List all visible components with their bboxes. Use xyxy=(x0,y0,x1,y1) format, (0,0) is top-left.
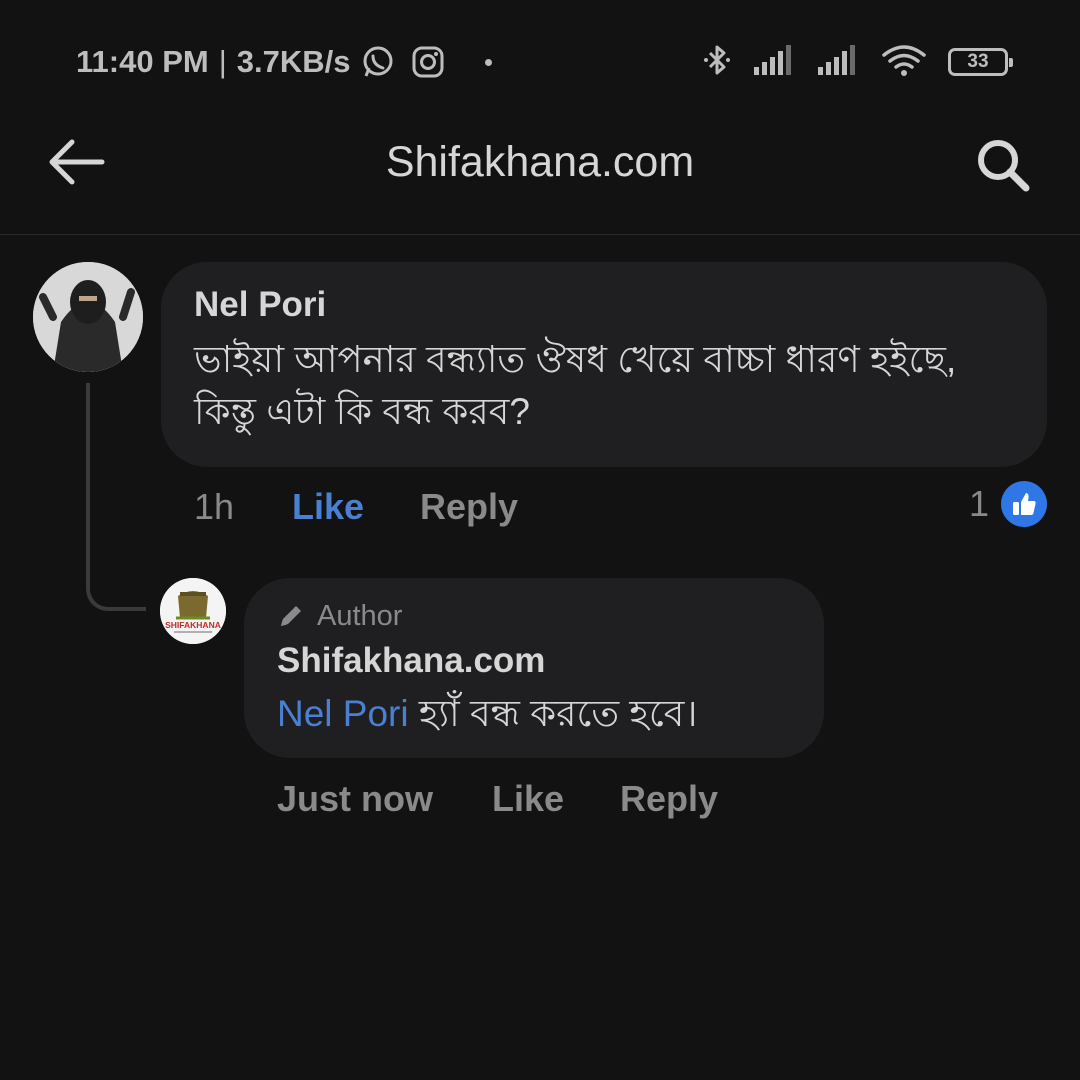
mention-link[interactable]: Nel Pori xyxy=(277,693,409,734)
reply-reply-button[interactable]: Reply xyxy=(620,778,718,820)
status-time: 11:40 PM xyxy=(76,44,209,79)
search-button[interactable] xyxy=(972,134,1034,196)
whatsapp-icon xyxy=(361,45,395,79)
reply-button[interactable]: Reply xyxy=(420,486,518,528)
thumbs-up-icon xyxy=(1001,481,1047,527)
notification-dot-icon xyxy=(484,58,492,66)
comment-actions: 1h Like Reply xyxy=(194,486,518,528)
reply-actions: Just now Like Reply xyxy=(277,778,718,820)
battery-icon: 33 xyxy=(948,48,1013,76)
pencil-icon xyxy=(281,606,301,626)
status-bar: 11:40 PM | 3.7KB/s 33 xyxy=(0,0,1080,120)
status-left: 11:40 PM | 3.7KB/s xyxy=(76,40,492,84)
battery-level: 33 xyxy=(967,51,989,72)
status-speed: 3.7KB/s xyxy=(236,44,351,79)
wifi-icon xyxy=(882,43,926,82)
instagram-icon xyxy=(411,45,445,79)
comment-bubble[interactable]: Nel Pori ভাইয়া আপনার বন্ধ্যাত ঔষধ খেয়ে… xyxy=(161,262,1047,467)
reaction-summary[interactable]: 1 xyxy=(969,481,1047,527)
reply-text: Nel Pori হ্যাঁ বন্ধ করতে হবে। xyxy=(277,688,791,740)
reply-body: হ্যাঁ বন্ধ করতে হবে। xyxy=(408,693,698,734)
comment-text: ভাইয়া আপনার বন্ধ্যাত ঔষধ খেয়ে বাচ্চা ধ… xyxy=(194,339,957,432)
signal-icon xyxy=(818,44,860,80)
reply-timestamp: Just now xyxy=(277,778,434,819)
like-button[interactable]: Like xyxy=(292,486,420,528)
avatar[interactable] xyxy=(33,262,143,372)
page-avatar[interactable]: SHIFAKHANA xyxy=(160,578,226,644)
page-logo-text: SHIFAKHANA xyxy=(165,620,221,630)
comment-author[interactable]: Nel Pori xyxy=(194,282,1014,328)
reply-like-button[interactable]: Like xyxy=(492,778,620,820)
reaction-count: 1 xyxy=(968,483,989,524)
search-icon xyxy=(978,140,1030,192)
page-title: Shifakhana.com xyxy=(385,138,695,186)
bluetooth-icon xyxy=(702,43,732,82)
author-badge-label: Author xyxy=(317,600,403,632)
status-separator: | xyxy=(218,44,227,79)
app-bar: Shifakhana.com xyxy=(0,120,1080,235)
author-badge: Author xyxy=(277,596,791,636)
comment-timestamp: 1h xyxy=(194,486,235,527)
reply-author[interactable]: Shifakhana.com xyxy=(277,638,791,684)
thread-connector xyxy=(86,383,146,611)
signal-icon xyxy=(754,44,796,80)
reply-bubble[interactable]: Author Shifakhana.com Nel Pori হ্যাঁ বন্… xyxy=(244,578,824,758)
status-right: 33 xyxy=(702,40,1013,84)
